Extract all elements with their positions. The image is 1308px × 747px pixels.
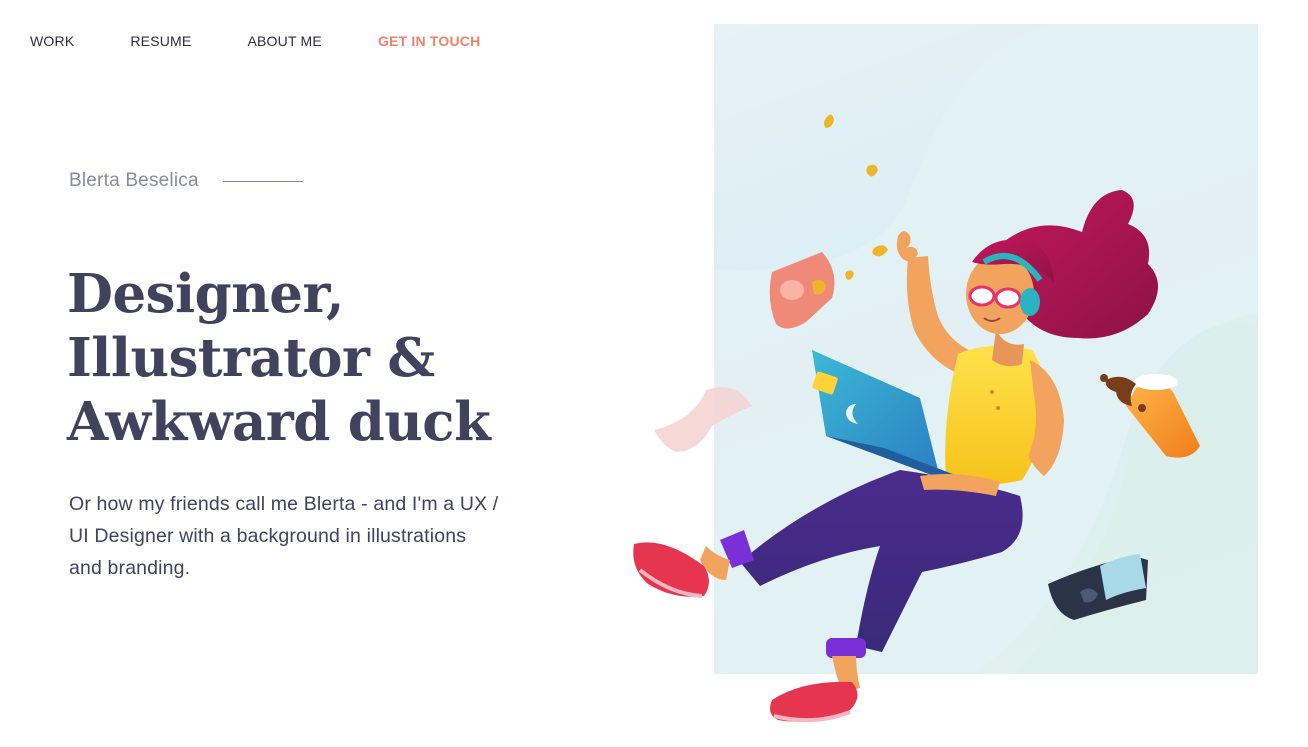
hero-headline: Designer, Illustrator & Awkward duck (67, 262, 491, 454)
eyebrow-divider (222, 180, 303, 182)
top-nav: WORK RESUME ABOUT ME GET IN TOUCH (30, 32, 480, 50)
hero-description: Or how my friends call me Blerta - and I… (69, 493, 499, 579)
headline-line-3: Awkward duck (67, 391, 491, 453)
author-name: Blerta Beselica (69, 170, 199, 191)
headline-line-2: Illustrator & (67, 327, 435, 389)
page: WORK RESUME ABOUT ME GET IN TOUCH Blerta… (0, 0, 1308, 747)
headline-line-1: Designer, (67, 263, 345, 325)
nav-resume-link[interactable]: RESUME (130, 32, 191, 50)
nav-get-in-touch-link[interactable]: GET IN TOUCH (378, 32, 480, 50)
hero-eyebrow: Blerta Beselica (69, 170, 303, 192)
nav-about-link[interactable]: ABOUT ME (247, 32, 321, 50)
woman-with-laptop-illustration (633, 114, 1200, 723)
nav-work-link[interactable]: WORK (30, 32, 74, 50)
